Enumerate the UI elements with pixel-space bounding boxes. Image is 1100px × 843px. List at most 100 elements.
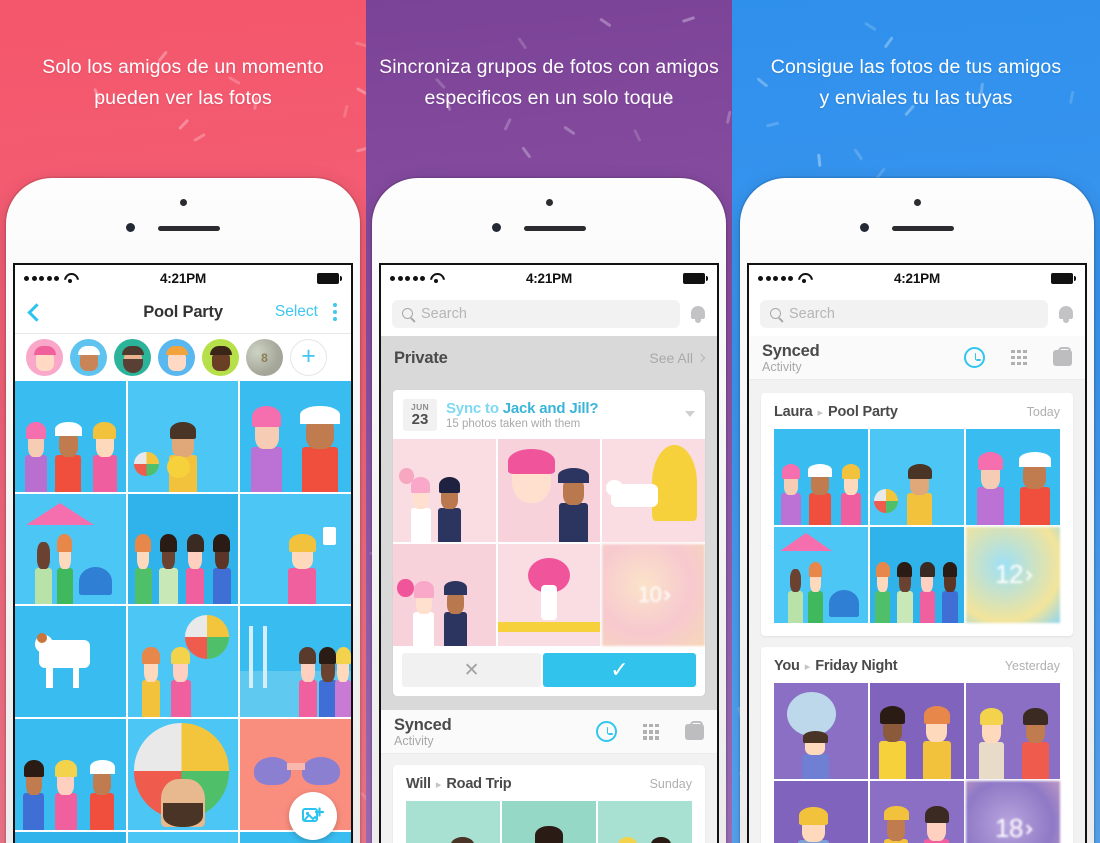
phone-1-screen: 4:21PM Pool Party Select 8 + <box>13 263 353 843</box>
activity-list: Laura ▸ Pool Party Today 12 You ▸ Friday… <box>749 380 1085 843</box>
photo-tile[interactable] <box>870 682 964 779</box>
headline-line-1: Consigue las fotos de tus amigos <box>770 56 1062 78</box>
photo-tile[interactable]: 12 <box>966 526 1060 623</box>
close-icon[interactable] <box>402 653 542 688</box>
photo-tile[interactable] <box>870 780 964 843</box>
photo-tile[interactable] <box>240 381 351 492</box>
phone-mockup-1: 4:21PM Pool Party Select 8 + <box>6 178 360 843</box>
illustration-figure <box>331 637 351 717</box>
illustration-figure <box>48 412 88 492</box>
avatar[interactable] <box>114 339 151 376</box>
avatar[interactable] <box>70 339 107 376</box>
photo-tile[interactable]: 18 <box>966 780 1060 843</box>
activity-timestamp: Today <box>1026 405 1060 419</box>
sync-photo-grid: 10 <box>393 439 705 647</box>
illustration-figure <box>48 750 83 830</box>
bag-icon[interactable] <box>1053 346 1072 366</box>
photo-tile[interactable] <box>774 780 868 843</box>
more-photos-count[interactable]: 10 <box>602 544 705 647</box>
illustration-figure <box>802 456 838 525</box>
photo-tile[interactable] <box>127 606 239 718</box>
activity-card[interactable]: Will ▸ Road Trip Sunday <box>393 765 705 843</box>
illustration-figure <box>917 796 956 843</box>
bag-icon[interactable] <box>685 720 704 740</box>
photo-tile[interactable] <box>966 429 1060 525</box>
chevron-down-icon[interactable] <box>685 410 695 420</box>
bell-icon[interactable] <box>689 304 706 323</box>
app-store-screenshot-set: Solo los amigos de un momento pueden ver… <box>0 0 1100 843</box>
check-icon[interactable] <box>543 653 696 688</box>
bell-icon[interactable] <box>1057 304 1074 323</box>
photo-tile[interactable] <box>127 719 239 830</box>
activity-owner: Laura <box>774 404 813 420</box>
grid-icon[interactable] <box>1011 349 1027 366</box>
photo-tile[interactable] <box>602 439 705 542</box>
clock-icon[interactable] <box>596 721 618 743</box>
avatar[interactable] <box>26 339 63 376</box>
add-photo-icon[interactable] <box>289 792 337 840</box>
avatar-overflow-count[interactable]: 8 <box>246 339 283 376</box>
search-input[interactable]: Search <box>392 299 680 328</box>
photo-tile[interactable] <box>240 606 351 717</box>
illustration-figure <box>804 554 827 623</box>
activity-card[interactable]: Laura ▸ Pool Party Today 12 <box>761 393 1073 636</box>
confetti-dash <box>563 125 576 136</box>
nav-actions: Select <box>275 301 339 323</box>
search-input[interactable]: Search <box>760 299 1048 328</box>
photo-tile[interactable] <box>240 493 351 605</box>
photo-tile[interactable] <box>497 439 601 542</box>
status-bar: 4:21PM <box>749 265 1085 291</box>
sync-card-subtitle: 15 photos taken with them <box>446 418 581 430</box>
photo-tile[interactable] <box>127 381 239 492</box>
photo-tile[interactable] <box>774 526 868 623</box>
illustration-figure <box>795 725 836 779</box>
view-mode-switcher <box>964 346 1072 368</box>
photo-tile[interactable] <box>870 429 964 525</box>
sync-card-title: Sync to Jack and Jill? <box>446 400 676 417</box>
photo-tile[interactable] <box>15 831 126 843</box>
synced-titles: Synced Activity <box>394 716 452 748</box>
clock-icon[interactable] <box>964 347 986 368</box>
photo-tile[interactable] <box>497 543 601 647</box>
confetti-dash <box>356 146 366 153</box>
kebab-menu-icon[interactable] <box>331 301 339 323</box>
section-title: Synced <box>394 715 452 734</box>
photo-tile[interactable] <box>774 682 868 779</box>
photo-tile[interactable] <box>15 381 126 492</box>
activity-card-header: Laura ▸ Pool Party Today <box>761 393 1073 429</box>
activity-card[interactable]: You ▸ Friday Night Yesterday 18 <box>761 646 1073 843</box>
photo-tile[interactable] <box>774 429 868 525</box>
photo-tile[interactable] <box>966 682 1060 779</box>
sensor-dot <box>179 199 187 206</box>
photo-tile[interactable] <box>15 606 126 717</box>
select-button[interactable]: Select <box>275 303 318 321</box>
see-all-link[interactable]: See All <box>649 350 706 366</box>
sync-suggestion-card: JUN 23 Sync to Jack and Jill? 15 photos … <box>393 390 705 697</box>
avatar[interactable] <box>158 339 195 376</box>
photo-tile[interactable] <box>598 801 692 843</box>
headline-line-1: Sincroniza grupos de fotos con amigos <box>379 56 719 78</box>
count-value: 10 <box>637 582 662 607</box>
phone-mockup-2: 4:21PM Search Private See All JUN 23 Syn… <box>372 178 726 843</box>
photo-tile[interactable] <box>15 719 126 830</box>
chevron-right-icon <box>660 590 671 601</box>
illustration-figure <box>137 637 166 718</box>
photo-tile[interactable] <box>127 831 239 843</box>
photo-tile[interactable] <box>870 526 964 623</box>
more-photos-count[interactable]: 18 <box>966 781 1060 843</box>
photo-tile[interactable] <box>502 801 596 843</box>
photo-tile[interactable] <box>393 543 496 647</box>
sensor-dot <box>913 199 921 206</box>
more-photos-count[interactable]: 12 <box>966 527 1060 623</box>
photo-tile[interactable] <box>15 493 126 605</box>
photo-tile[interactable]: 10 <box>602 543 705 647</box>
activity-timestamp: Yesterday <box>1004 658 1060 673</box>
avatar[interactable] <box>202 339 239 376</box>
phone-mockup-3: 4:21PM Search Synced Activity Laura ▸ Po… <box>740 178 1094 843</box>
photo-tile[interactable] <box>393 439 496 542</box>
grid-icon[interactable] <box>643 723 659 740</box>
add-member-button[interactable] <box>290 339 327 376</box>
activity-album: Friday Night <box>815 657 898 674</box>
photo-tile[interactable] <box>127 493 239 605</box>
photo-tile[interactable] <box>406 801 500 843</box>
